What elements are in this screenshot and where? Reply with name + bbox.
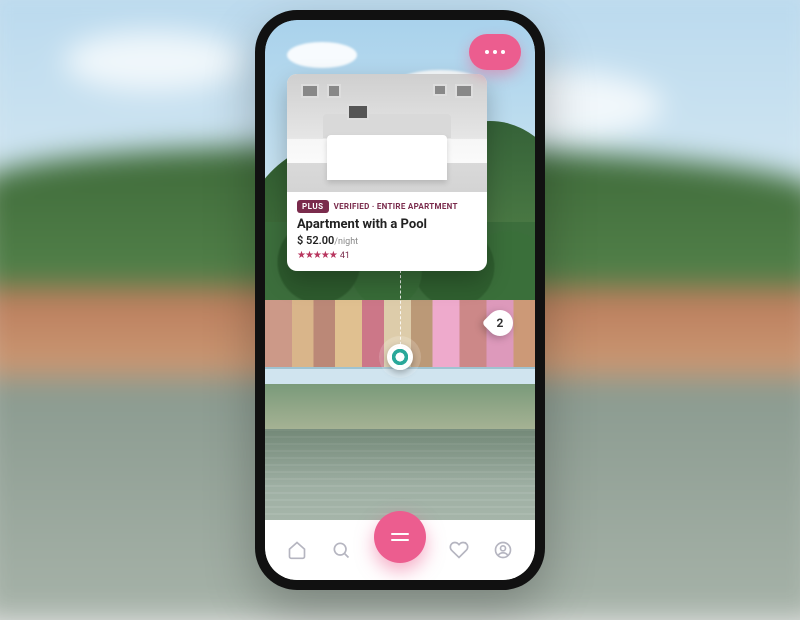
nav-camera-button[interactable] [374,511,426,563]
cluster-marker[interactable]: 2 [482,305,519,342]
location-marker[interactable] [387,344,413,370]
cluster-count: 2 [487,310,513,336]
menu-icon [391,533,409,541]
verified-label: VERIFIED · ENTIRE APARTMENT [334,202,458,211]
more-options-button[interactable] [469,34,521,70]
phone-screen: PLUS VERIFIED · ENTIRE APARTMENT Apartme… [265,20,535,580]
nav-search-button[interactable] [330,539,352,561]
listing-card[interactable]: PLUS VERIFIED · ENTIRE APARTMENT Apartme… [287,74,487,271]
card-connector-line [400,270,401,350]
phone-frame: PLUS VERIFIED · ENTIRE APARTMENT Apartme… [255,10,545,590]
star-icons: ★★★★★ [297,250,337,261]
more-icon [485,50,505,54]
plus-badge: PLUS [297,200,329,213]
nav-home-button[interactable] [286,539,308,561]
currency-symbol: $ [297,234,303,247]
heart-icon [449,540,469,560]
listing-price: $ 52.00/night [297,234,477,247]
listing-title: Apartment with a Pool [297,217,477,232]
nav-favorites-button[interactable] [448,539,470,561]
home-icon [287,540,307,560]
profile-icon [493,540,513,560]
listing-rating: ★★★★★ 41 [297,250,477,261]
nav-profile-button[interactable] [492,539,514,561]
price-per: /night [334,237,358,247]
search-icon [331,540,351,560]
bottom-nav [265,520,535,580]
listing-photo [287,74,487,192]
review-count: 41 [340,251,350,261]
price-value: 52.00 [306,234,334,247]
